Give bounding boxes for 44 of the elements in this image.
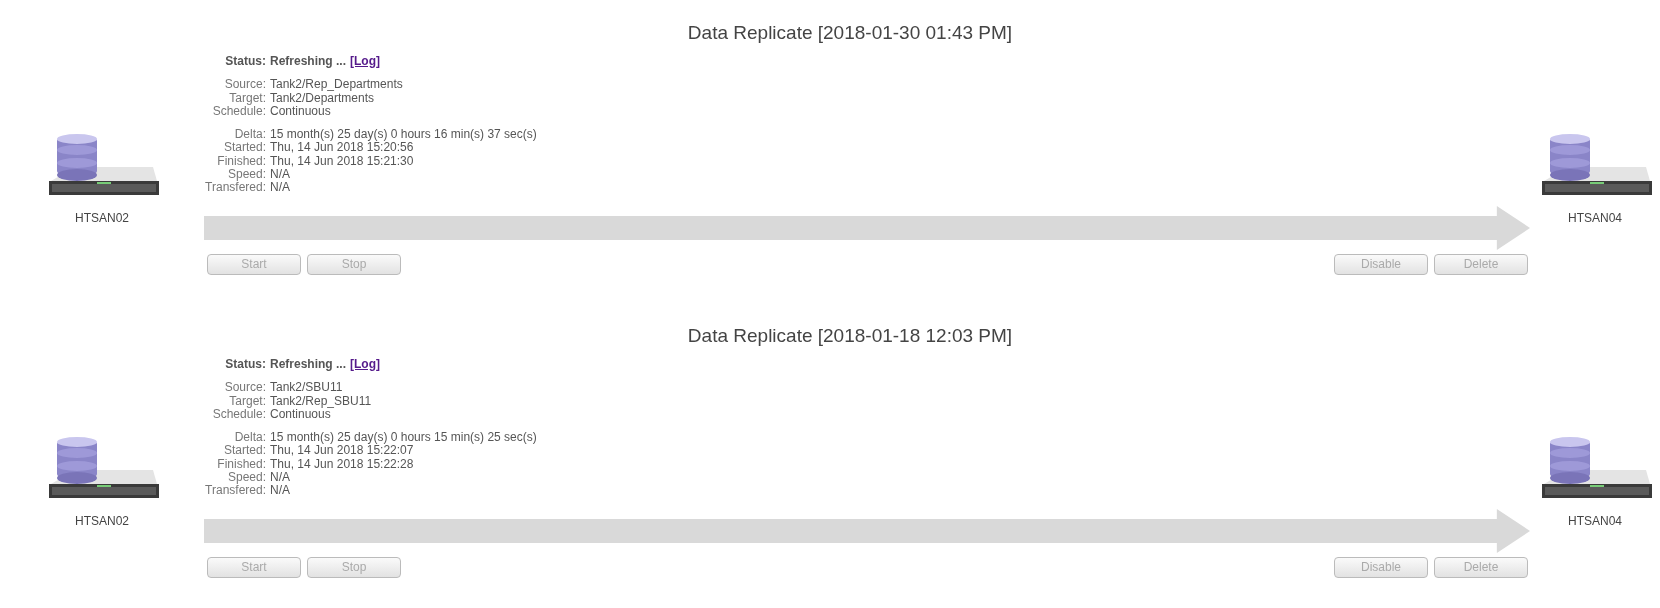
field-value: 15 month(s) 25 day(s) 0 hours 16 min(s) 37 sec(s) bbox=[270, 128, 537, 142]
field-value: N/A bbox=[270, 168, 291, 182]
replication-title: Data Replicate [2018-01-30 01:43 PM] bbox=[686, 21, 1014, 44]
field-label: Status: bbox=[224, 358, 266, 372]
status-value: Refreshing ... bbox=[270, 55, 346, 69]
host-name: HTSAN02 bbox=[75, 211, 129, 225]
field-label: Source: bbox=[223, 381, 266, 395]
field-label: Transfered: bbox=[204, 484, 266, 498]
field-label: Delta: bbox=[233, 128, 266, 142]
field-value: N/A bbox=[270, 471, 291, 485]
field-label: Source: bbox=[223, 78, 266, 92]
host-name: HTSAN04 bbox=[1568, 211, 1622, 225]
field-label: Transfered: bbox=[204, 181, 266, 195]
host-name: HTSAN02 bbox=[75, 514, 129, 528]
log-link[interactable]: [Log] bbox=[350, 55, 380, 69]
field-value: 15 month(s) 25 day(s) 0 hours 15 min(s) 25 sec(s) bbox=[270, 431, 537, 445]
status-value: Refreshing ... bbox=[270, 358, 346, 372]
field-label: Started: bbox=[222, 141, 266, 155]
field-value: Tank2/Rep_Departments bbox=[270, 78, 404, 92]
field-label: Target: bbox=[228, 394, 266, 408]
field-value: Tank2/Rep_SBU11 bbox=[270, 394, 373, 408]
field-label: Target: bbox=[228, 91, 266, 105]
field-value: Continuous bbox=[270, 104, 331, 119]
field-label: Delta: bbox=[233, 431, 266, 445]
field-value: Thu, 14 Jun 2018 15:21:30 bbox=[270, 154, 415, 169]
field-value: Thu, 14 Jun 2018 15:22:07 bbox=[270, 444, 415, 458]
field-value: N/A bbox=[270, 181, 291, 195]
field-value: Tank2/SBU11 bbox=[270, 381, 344, 395]
field-label: Speed: bbox=[226, 168, 266, 182]
host-name: HTSAN04 bbox=[1568, 514, 1622, 528]
field-label: Status: bbox=[224, 55, 266, 69]
field-value: Thu, 14 Jun 2018 15:20:56 bbox=[270, 141, 415, 155]
field-value: N/A bbox=[270, 484, 291, 498]
field-label: Schedule: bbox=[211, 104, 266, 119]
field-value: Continuous bbox=[270, 407, 331, 422]
replication-title: Data Replicate [2018-01-18 12:03 PM] bbox=[686, 324, 1014, 347]
field-label: Finished: bbox=[216, 154, 266, 169]
field-label: Speed: bbox=[226, 471, 266, 485]
log-link[interactable]: [Log] bbox=[350, 358, 380, 372]
field-value: Thu, 14 Jun 2018 15:22:28 bbox=[270, 457, 415, 472]
field-label: Started: bbox=[222, 444, 266, 458]
field-label: Schedule: bbox=[211, 407, 266, 422]
field-label: Finished: bbox=[216, 457, 266, 472]
field-value: Tank2/Departments bbox=[270, 91, 375, 105]
